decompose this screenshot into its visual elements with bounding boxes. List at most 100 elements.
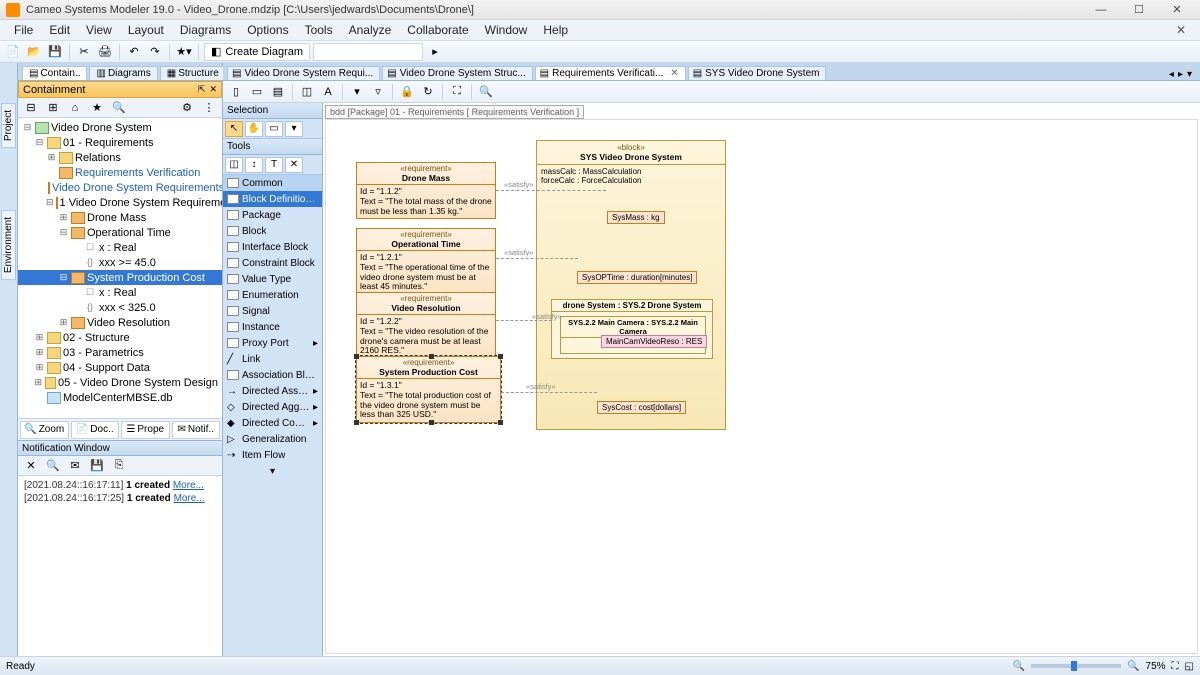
diagram-tab[interactable]: ▤Video Drone System Requi... — [227, 66, 380, 80]
tab-next-icon[interactable]: ▸ — [1178, 69, 1183, 80]
tree-item[interactable]: ⊞Video Resolution — [18, 315, 222, 330]
select-tool-icon[interactable]: ▯ — [227, 83, 245, 101]
notif-env-icon[interactable]: ✉ — [66, 457, 84, 475]
palette-item[interactable]: ◇Directed Aggre...▸ — [223, 399, 322, 415]
tab-structure[interactable]: ▦Structure — [160, 66, 226, 80]
palette-item[interactable]: Value Type — [223, 271, 322, 287]
tree-item[interactable]: ⊞04 - Support Data — [18, 360, 222, 375]
tree-item[interactable]: Video Drone System Requirements — [18, 180, 222, 195]
part-drone-system[interactable]: drone System : SYS.2 Drone System SYS.2.… — [551, 299, 713, 359]
maximize-button[interactable]: ☐ — [1122, 1, 1156, 19]
tree-item[interactable]: ⊟Video Drone System — [18, 120, 222, 135]
menu-help[interactable]: Help — [535, 20, 576, 40]
tab-diagrams[interactable]: ▥Diagrams — [89, 66, 157, 80]
value-sysoptime[interactable]: SysOPTime : duration[minutes] — [577, 271, 697, 284]
rail-tab-project[interactable]: Project — [1, 103, 16, 148]
palette-item[interactable]: Common — [223, 175, 322, 191]
tree-item[interactable]: ⊞03 - Parametrics — [18, 345, 222, 360]
zoom-actual-icon[interactable]: ◱ — [1185, 661, 1194, 672]
tree-item[interactable]: ⊞Drone Mass — [18, 210, 222, 225]
satisfy-link[interactable] — [496, 190, 606, 191]
palette-item[interactable]: Package — [223, 207, 322, 223]
notif-save-icon[interactable]: 💾 — [88, 457, 106, 475]
palette-item[interactable]: →Directed Associ...▸ — [223, 383, 322, 399]
favorites-icon[interactable]: ★▾ — [175, 43, 193, 61]
tab-notifications[interactable]: ✉Notif.. — [172, 421, 221, 439]
lock-icon[interactable]: 🔒 — [398, 83, 416, 101]
tree-item[interactable]: ⊟1 Video Drone System Requirements — [18, 195, 222, 210]
menu-options[interactable]: Options — [239, 20, 296, 40]
zoom-in-icon[interactable]: 🔍 — [1127, 661, 1139, 672]
tab-prev-icon[interactable]: ◂ — [1169, 69, 1174, 80]
panel-opts-icon[interactable]: ⇱ — [198, 84, 206, 95]
rail-tab-environment[interactable]: Environment — [1, 210, 16, 280]
notif-more-link[interactable]: More... — [173, 480, 204, 491]
zoom-icon[interactable]: 🔍 — [477, 83, 495, 101]
value-syscost[interactable]: SysCost : cost[dollars] — [597, 401, 686, 414]
refresh-icon[interactable]: ↻ — [419, 83, 437, 101]
tree-menu-icon[interactable]: ⋮ — [200, 99, 218, 117]
palette-item[interactable]: Constraint Block — [223, 255, 322, 271]
palette-item[interactable]: Proxy Port▸ — [223, 335, 322, 351]
containment-tree[interactable]: ⊟Video Drone System ⊟01 - Requirements ⊞… — [18, 118, 222, 418]
palette-item[interactable]: Association Block — [223, 367, 322, 383]
more-tool-icon[interactable]: ▾ — [285, 121, 303, 137]
marquee-tool-icon[interactable]: ▭ — [265, 121, 283, 137]
palette-item[interactable]: Block Definition Dia... — [223, 191, 322, 207]
tab-containment[interactable]: ▤Contain.. — [22, 66, 87, 80]
close-button[interactable]: ✕ — [1160, 1, 1194, 19]
save-icon[interactable]: 💾 — [46, 43, 64, 61]
tree-item[interactable]: Requirements Verification — [18, 165, 222, 180]
palette-item[interactable]: Block — [223, 223, 322, 239]
search-go-icon[interactable]: ▸ — [426, 43, 444, 61]
palette-item[interactable]: ╱Link — [223, 351, 322, 367]
star-icon[interactable]: ★ — [88, 99, 106, 117]
tree-item[interactable]: ⊞05 - Video Drone System Design — [18, 375, 222, 390]
diagram-tab[interactable]: ▤SYS Video Drone System — [688, 66, 827, 80]
block-sys-video-drone[interactable]: «block»SYS Video Drone System massCalc :… — [536, 140, 726, 430]
satisfy-link[interactable] — [496, 258, 578, 259]
note-icon[interactable]: ◫ — [298, 83, 316, 101]
tab-properties[interactable]: ☰Prope — [121, 421, 170, 439]
diagram-tab[interactable]: ▤Video Drone System Struc... — [382, 66, 532, 80]
requirement-drone-mass[interactable]: «requirement»Drone Mass Id = "1.1.2"Text… — [356, 162, 496, 219]
palette-expand-icon[interactable]: ▾ — [223, 463, 322, 479]
tab-zoom[interactable]: 🔍Zoom — [20, 421, 69, 439]
tree-item[interactable]: ModelCenterMBSE.db — [18, 390, 222, 405]
collapse-icon[interactable]: ⊟ — [22, 99, 40, 117]
create-diagram-button[interactable]: ◧ Create Diagram — [204, 43, 310, 61]
dropdown-icon[interactable]: ▾ — [348, 83, 366, 101]
tab-documentation[interactable]: 📄Doc.. — [71, 421, 120, 439]
new-icon[interactable]: 📄 — [4, 43, 22, 61]
hand-tool-icon[interactable]: ✋ — [245, 121, 263, 137]
tree-item[interactable]: {}xxx < 325.0 — [18, 300, 222, 315]
cut-icon[interactable]: ✂ — [75, 43, 93, 61]
menu-layout[interactable]: Layout — [120, 20, 172, 40]
palette-item[interactable]: ▷Generalization — [223, 431, 322, 447]
requirement-production-cost[interactable]: «requirement»System Production Cost Id =… — [356, 356, 501, 423]
filter-icon[interactable]: ▿ — [369, 83, 387, 101]
pointer-tool-icon[interactable]: ↖ — [225, 121, 243, 137]
tree-item[interactable]: {}xxx >= 45.0 — [18, 255, 222, 270]
zoom-fit-icon[interactable]: ⛶ — [1172, 661, 1179, 672]
tab-list-icon[interactable]: ▾ — [1187, 69, 1192, 80]
close-tab-icon[interactable]: ✕ — [670, 68, 678, 79]
menu-analyze[interactable]: Analyze — [341, 20, 400, 40]
align-icon[interactable]: ▤ — [269, 83, 287, 101]
menu-edit[interactable]: Edit — [41, 20, 78, 40]
notif-clear-icon[interactable]: ✕ — [22, 457, 40, 475]
notif-find-icon[interactable]: 🔍 — [44, 457, 62, 475]
palette-item[interactable]: Enumeration — [223, 287, 322, 303]
palette-item[interactable]: ◆Directed Compo...▸ — [223, 415, 322, 431]
value-camreso[interactable]: MainCamVideoReso : RES — [601, 335, 707, 348]
tree-item[interactable]: ⊞Relations — [18, 150, 222, 165]
print-icon[interactable]: 🖨 — [96, 43, 114, 61]
requirement-operational-time[interactable]: «requirement»Operational Time Id = "1.2.… — [356, 228, 496, 295]
menu-window[interactable]: Window — [477, 20, 536, 40]
mdi-close-icon[interactable]: ✕ — [1168, 23, 1194, 37]
tree-item[interactable]: ⊞02 - Structure — [18, 330, 222, 345]
menu-collaborate[interactable]: Collaborate — [399, 20, 476, 40]
diagram-tab-active[interactable]: ▤Requirements Verificati...✕ — [535, 66, 686, 80]
palette-item[interactable]: ⇢Item Flow — [223, 447, 322, 463]
menu-view[interactable]: View — [78, 20, 120, 40]
